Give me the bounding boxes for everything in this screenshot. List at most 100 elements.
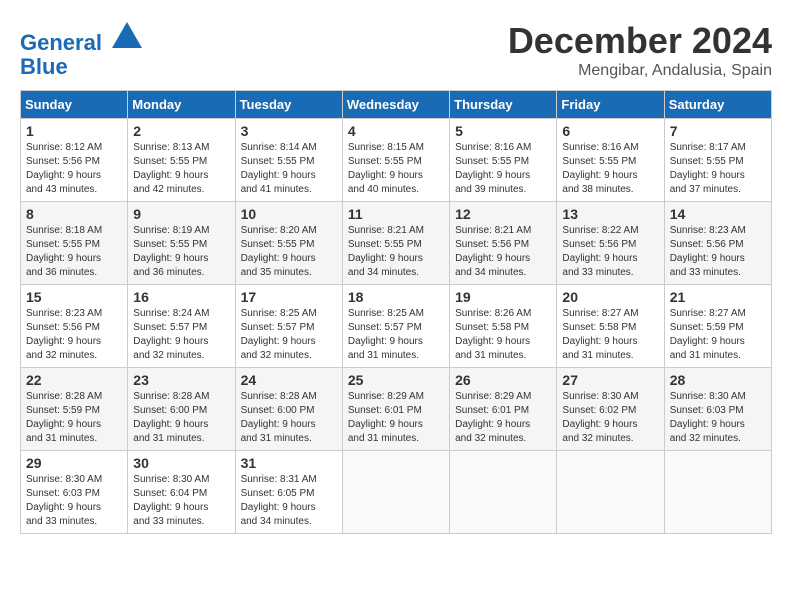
calendar-cell: 2 Sunrise: 8:13 AM Sunset: 5:55 PM Daylig… xyxy=(128,119,235,202)
page-header: General Blue December 2024 Mengibar, And… xyxy=(20,20,772,80)
day-number: 27 xyxy=(562,372,658,388)
logo-blue: Blue xyxy=(20,55,142,79)
day-info: Sunrise: 8:22 AM Sunset: 5:56 PM Dayligh… xyxy=(562,224,658,280)
day-info: Sunrise: 8:21 AM Sunset: 5:56 PM Dayligh… xyxy=(455,224,551,280)
day-info: Sunrise: 8:28 AM Sunset: 6:00 PM Dayligh… xyxy=(241,390,337,446)
day-info: Sunrise: 8:19 AM Sunset: 5:55 PM Dayligh… xyxy=(133,224,229,280)
calendar-cell: 6 Sunrise: 8:16 AM Sunset: 5:55 PM Daylig… xyxy=(557,119,664,202)
day-number: 12 xyxy=(455,206,551,222)
day-number: 8 xyxy=(26,206,122,222)
calendar-cell xyxy=(664,451,771,534)
day-info: Sunrise: 8:26 AM Sunset: 5:58 PM Dayligh… xyxy=(455,307,551,363)
day-number: 11 xyxy=(348,206,444,222)
calendar-cell: 13 Sunrise: 8:22 AM Sunset: 5:56 PM Dayli… xyxy=(557,202,664,285)
calendar-cell: 7 Sunrise: 8:17 AM Sunset: 5:55 PM Daylig… xyxy=(664,119,771,202)
month-title: December 2024 xyxy=(508,20,772,62)
day-info: Sunrise: 8:25 AM Sunset: 5:57 PM Dayligh… xyxy=(348,307,444,363)
weekday-header-saturday: Saturday xyxy=(664,91,771,119)
calendar-cell: 20 Sunrise: 8:27 AM Sunset: 5:58 PM Dayli… xyxy=(557,285,664,368)
day-number: 20 xyxy=(562,289,658,305)
day-number: 17 xyxy=(241,289,337,305)
day-info: Sunrise: 8:12 AM Sunset: 5:56 PM Dayligh… xyxy=(26,141,122,197)
day-number: 28 xyxy=(670,372,766,388)
day-number: 1 xyxy=(26,123,122,139)
day-number: 22 xyxy=(26,372,122,388)
logo: General Blue xyxy=(20,20,142,79)
day-number: 19 xyxy=(455,289,551,305)
calendar-cell: 28 Sunrise: 8:30 AM Sunset: 6:03 PM Dayli… xyxy=(664,368,771,451)
weekday-header-thursday: Thursday xyxy=(450,91,557,119)
day-number: 25 xyxy=(348,372,444,388)
calendar-cell xyxy=(342,451,449,534)
day-info: Sunrise: 8:27 AM Sunset: 5:58 PM Dayligh… xyxy=(562,307,658,363)
calendar-cell: 24Sunrise: 8:28 AM Sunset: 6:00 PM Dayli… xyxy=(235,368,342,451)
calendar-cell: 11 Sunrise: 8:21 AM Sunset: 5:55 PM Dayli… xyxy=(342,202,449,285)
day-number: 31 xyxy=(241,455,337,471)
day-info: Sunrise: 8:15 AM Sunset: 5:55 PM Dayligh… xyxy=(348,141,444,197)
day-info: Sunrise: 8:21 AM Sunset: 5:55 PM Dayligh… xyxy=(348,224,444,280)
calendar-cell: 12 Sunrise: 8:21 AM Sunset: 5:56 PM Dayli… xyxy=(450,202,557,285)
day-number: 18 xyxy=(348,289,444,305)
day-number: 4 xyxy=(348,123,444,139)
day-number: 15 xyxy=(26,289,122,305)
day-number: 16 xyxy=(133,289,229,305)
calendar-cell: 31 Sunrise: 8:31 AM Sunset: 6:05 PM Dayli… xyxy=(235,451,342,534)
day-info: Sunrise: 8:30 AM Sunset: 6:02 PM Dayligh… xyxy=(562,390,658,446)
day-info: Sunrise: 8:30 AM Sunset: 6:04 PM Dayligh… xyxy=(133,473,229,529)
day-info: Sunrise: 8:31 AM Sunset: 6:05 PM Dayligh… xyxy=(241,473,337,529)
calendar-week-1: 1 Sunrise: 8:12 AM Sunset: 5:56 PM Daylig… xyxy=(21,119,772,202)
calendar-cell: 25 Sunrise: 8:29 AM Sunset: 6:01 PM Dayli… xyxy=(342,368,449,451)
day-info: Sunrise: 8:23 AM Sunset: 5:56 PM Dayligh… xyxy=(26,307,122,363)
calendar-cell: 4 Sunrise: 8:15 AM Sunset: 5:55 PM Daylig… xyxy=(342,119,449,202)
calendar-cell: 8Sunrise: 8:18 AM Sunset: 5:55 PM Daylig… xyxy=(21,202,128,285)
calendar-cell: 16Sunrise: 8:24 AM Sunset: 5:57 PM Dayli… xyxy=(128,285,235,368)
day-number: 29 xyxy=(26,455,122,471)
calendar-week-5: 29 Sunrise: 8:30 AM Sunset: 6:03 PM Dayli… xyxy=(21,451,772,534)
day-number: 2 xyxy=(133,123,229,139)
logo-icon xyxy=(112,20,142,50)
calendar-cell: 10 Sunrise: 8:20 AM Sunset: 5:55 PM Dayli… xyxy=(235,202,342,285)
weekday-header-sunday: Sunday xyxy=(21,91,128,119)
logo-general: General xyxy=(20,30,102,55)
day-info: Sunrise: 8:14 AM Sunset: 5:55 PM Dayligh… xyxy=(241,141,337,197)
calendar-week-3: 15 Sunrise: 8:23 AM Sunset: 5:56 PM Dayli… xyxy=(21,285,772,368)
calendar-cell xyxy=(450,451,557,534)
weekday-header-monday: Monday xyxy=(128,91,235,119)
day-number: 30 xyxy=(133,455,229,471)
day-number: 5 xyxy=(455,123,551,139)
calendar-cell: 9Sunrise: 8:19 AM Sunset: 5:55 PM Daylig… xyxy=(128,202,235,285)
day-info: Sunrise: 8:30 AM Sunset: 6:03 PM Dayligh… xyxy=(670,390,766,446)
calendar-cell: 17Sunrise: 8:25 AM Sunset: 5:57 PM Dayli… xyxy=(235,285,342,368)
day-info: Sunrise: 8:28 AM Sunset: 5:59 PM Dayligh… xyxy=(26,390,122,446)
day-info: Sunrise: 8:13 AM Sunset: 5:55 PM Dayligh… xyxy=(133,141,229,197)
calendar-cell: 21 Sunrise: 8:27 AM Sunset: 5:59 PM Dayli… xyxy=(664,285,771,368)
day-number: 21 xyxy=(670,289,766,305)
day-number: 7 xyxy=(670,123,766,139)
day-number: 6 xyxy=(562,123,658,139)
calendar-cell: 29 Sunrise: 8:30 AM Sunset: 6:03 PM Dayli… xyxy=(21,451,128,534)
calendar-cell: 19 Sunrise: 8:26 AM Sunset: 5:58 PM Dayli… xyxy=(450,285,557,368)
day-info: Sunrise: 8:27 AM Sunset: 5:59 PM Dayligh… xyxy=(670,307,766,363)
day-number: 10 xyxy=(241,206,337,222)
calendar-header: SundayMondayTuesdayWednesdayThursdayFrid… xyxy=(21,91,772,119)
day-info: Sunrise: 8:20 AM Sunset: 5:55 PM Dayligh… xyxy=(241,224,337,280)
weekday-header-wednesday: Wednesday xyxy=(342,91,449,119)
title-block: December 2024 Mengibar, Andalusia, Spain xyxy=(508,20,772,80)
day-number: 14 xyxy=(670,206,766,222)
calendar-table: SundayMondayTuesdayWednesdayThursdayFrid… xyxy=(20,90,772,534)
calendar-cell: 18 Sunrise: 8:25 AM Sunset: 5:57 PM Dayli… xyxy=(342,285,449,368)
calendar-cell: 26Sunrise: 8:29 AM Sunset: 6:01 PM Dayli… xyxy=(450,368,557,451)
calendar-cell: 3 Sunrise: 8:14 AM Sunset: 5:55 PM Daylig… xyxy=(235,119,342,202)
day-info: Sunrise: 8:30 AM Sunset: 6:03 PM Dayligh… xyxy=(26,473,122,529)
calendar-cell: 5Sunrise: 8:16 AM Sunset: 5:55 PM Daylig… xyxy=(450,119,557,202)
day-info: Sunrise: 8:23 AM Sunset: 5:56 PM Dayligh… xyxy=(670,224,766,280)
calendar-cell: 30 Sunrise: 8:30 AM Sunset: 6:04 PM Dayli… xyxy=(128,451,235,534)
day-info: Sunrise: 8:16 AM Sunset: 5:55 PM Dayligh… xyxy=(562,141,658,197)
day-number: 3 xyxy=(241,123,337,139)
calendar-cell: 23Sunrise: 8:28 AM Sunset: 6:00 PM Dayli… xyxy=(128,368,235,451)
day-info: Sunrise: 8:29 AM Sunset: 6:01 PM Dayligh… xyxy=(348,390,444,446)
calendar-cell: 27 Sunrise: 8:30 AM Sunset: 6:02 PM Dayli… xyxy=(557,368,664,451)
day-info: Sunrise: 8:17 AM Sunset: 5:55 PM Dayligh… xyxy=(670,141,766,197)
day-number: 13 xyxy=(562,206,658,222)
calendar-cell: 22 Sunrise: 8:28 AM Sunset: 5:59 PM Dayli… xyxy=(21,368,128,451)
